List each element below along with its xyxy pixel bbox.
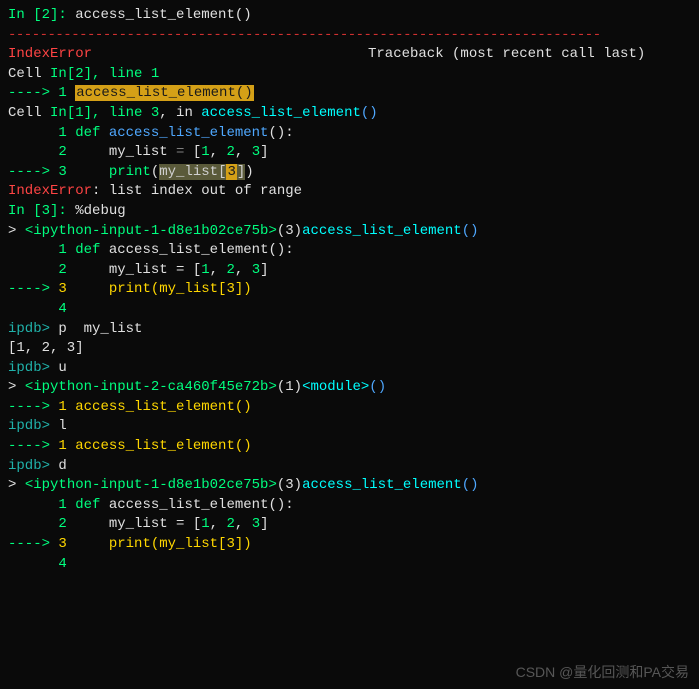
watermark: CSDN @量化回测和PA交易 bbox=[516, 663, 689, 683]
debug1b-line3: ----> 3 print(my_list[3]) bbox=[8, 535, 691, 555]
error-message: IndexError: list index out of range bbox=[8, 182, 691, 202]
debug-frame-1b: > <ipython-input-1-d8e1b02ce75b>(3)acces… bbox=[8, 476, 691, 496]
tb-frame2-loc: Cell In[1], line 3, in access_list_eleme… bbox=[8, 104, 691, 124]
tb-frame1-code: ----> 1 access_list_element() bbox=[8, 84, 691, 104]
ipdb-p-out: [1, 2, 3] bbox=[8, 339, 691, 359]
ipdb-p-cmd[interactable]: ipdb> p my_list bbox=[8, 320, 691, 340]
tb-frame2-line2: 2 my_list = [1, 2, 3] bbox=[8, 143, 691, 163]
ipdb-d-cmd[interactable]: ipdb> d bbox=[8, 457, 691, 477]
debug-frame-2: > <ipython-input-2-ca460f45e72b>(1)<modu… bbox=[8, 378, 691, 398]
ipdb-l-cmd[interactable]: ipdb> l bbox=[8, 417, 691, 437]
debug1-line1: 1 def access_list_element(): bbox=[8, 241, 691, 261]
debug1b-line4: 4 bbox=[8, 555, 691, 575]
debug-frame-1: > <ipython-input-1-d8e1b02ce75b>(3)acces… bbox=[8, 222, 691, 242]
tb-frame2-line3: ----> 3 print(my_list[3]) bbox=[8, 163, 691, 183]
separator: ----------------------------------------… bbox=[8, 26, 691, 46]
debug1b-line1: 1 def access_list_element(): bbox=[8, 496, 691, 516]
error-header: IndexErrorTraceback (most recent call la… bbox=[8, 45, 691, 65]
debug2-line1b: ----> 1 access_list_element() bbox=[8, 437, 691, 457]
debug1-line2: 2 my_list = [1, 2, 3] bbox=[8, 261, 691, 281]
ipdb-u-cmd[interactable]: ipdb> u bbox=[8, 359, 691, 379]
tb-frame2-line1: 1 def access_list_element(): bbox=[8, 124, 691, 144]
tb-frame1-loc: Cell In[2], line 1 bbox=[8, 65, 691, 85]
debug1b-line2: 2 my_list = [1, 2, 3] bbox=[8, 515, 691, 535]
debug1-line4: 4 bbox=[8, 300, 691, 320]
debug2-line1: ----> 1 access_list_element() bbox=[8, 398, 691, 418]
debug1-line3: ----> 3 print(my_list[3]) bbox=[8, 280, 691, 300]
input-cell-3: In [3]: %debug bbox=[8, 202, 691, 222]
input-cell-2: In [2]: access_list_element() bbox=[8, 6, 691, 26]
